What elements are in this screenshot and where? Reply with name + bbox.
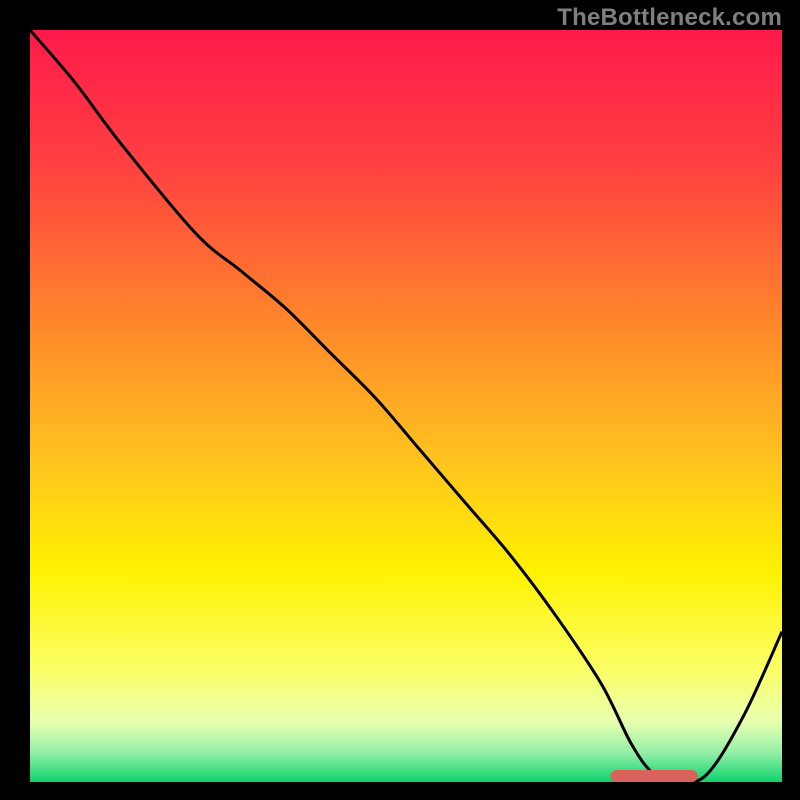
plot-area xyxy=(30,30,782,782)
bottleneck-curve xyxy=(30,30,782,782)
watermark-text: TheBottleneck.com xyxy=(557,4,782,32)
chart-svg xyxy=(30,30,782,782)
chart-frame: TheBottleneck.com xyxy=(0,0,800,800)
